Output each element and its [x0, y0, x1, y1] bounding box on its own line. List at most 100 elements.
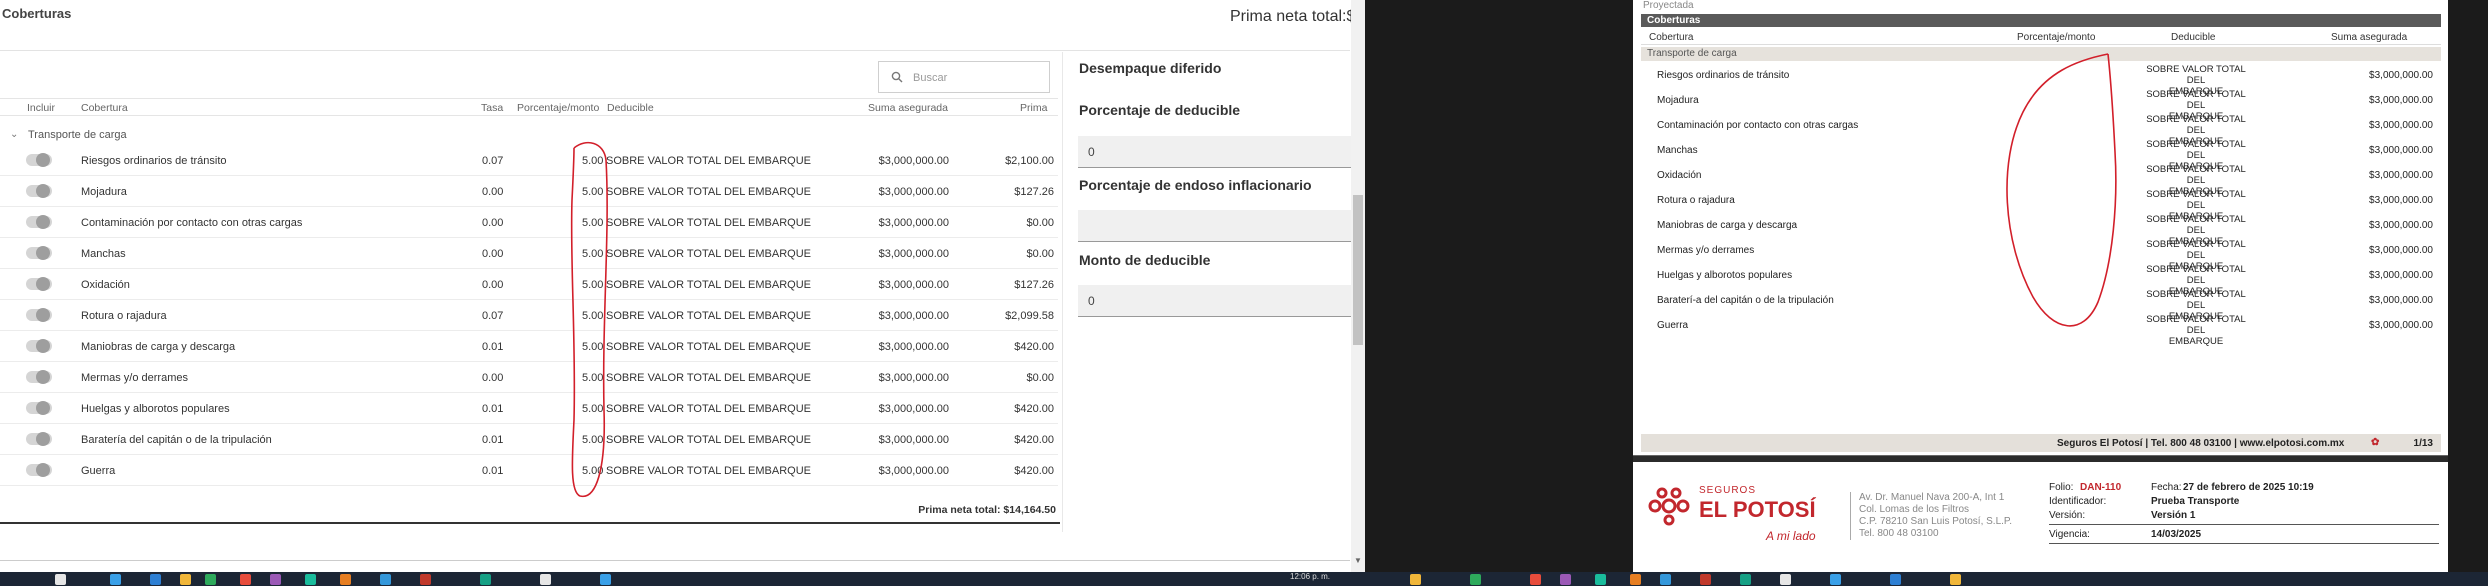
coverage-deducible: SOBRE VALOR TOTAL DEL EMBARQUE	[606, 465, 811, 477]
include-toggle[interactable]	[26, 184, 52, 198]
table-row[interactable]: Huelgas y alborotos populares 0.01 5.00 SOB…	[0, 393, 1058, 424]
col-prima[interactable]: Prima	[1020, 102, 1047, 114]
pdf-page-header: SEGUROS EL POTOSÍ A mi lado Av. Dr. Manu…	[1633, 462, 2448, 572]
pdf-coverage-name: Contaminación por contacto con otras car…	[1657, 120, 1859, 131]
logo-tagline: A mi lado	[1766, 529, 1816, 543]
table-footer: Prima neta total: $14,164.50	[0, 494, 1060, 524]
pdf-deducible-line1: SOBRE VALOR TOTAL DEL	[2146, 164, 2246, 186]
coverage-tasa: 0.01	[482, 434, 504, 446]
coverage-pct[interactable]: 5.00	[582, 465, 603, 477]
table-row[interactable]: Rotura o rajadura 0.07 5.00 SOBRE VALOR TOT…	[0, 300, 1058, 331]
include-toggle[interactable]	[26, 277, 52, 291]
include-toggle[interactable]	[26, 339, 52, 353]
coverage-pct[interactable]: 5.00	[582, 372, 603, 384]
taskbar-app-icon[interactable]	[1890, 574, 1901, 585]
taskbar-app-icon[interactable]	[380, 574, 391, 585]
col-deducible[interactable]: Deducible	[607, 102, 654, 114]
taskbar-app-icon[interactable]	[1830, 574, 1841, 585]
taskbar-app-icon[interactable]	[1660, 574, 1671, 585]
include-toggle[interactable]	[26, 308, 52, 322]
taskbar-app-icon[interactable]	[1700, 574, 1711, 585]
col-cobertura[interactable]: Cobertura	[81, 102, 128, 114]
monto-deducible-field[interactable]: 0	[1078, 285, 1351, 317]
table-row[interactable]: Mojadura 0.00 5.00 SOBRE VALOR TOTAL DEL EM…	[0, 176, 1058, 207]
coverage-pct[interactable]: 5.00	[582, 248, 603, 260]
pdf-row: Maniobras de carga y descarga SOBRE VALOR…	[1641, 213, 2441, 247]
pdf-footer: Seguros El Potosí | Tel. 800 48 03100 | …	[1641, 434, 2441, 452]
scrollbar[interactable]: ▼	[1351, 0, 1365, 572]
col-incluir[interactable]: Incluir	[27, 102, 55, 114]
scrollbar-thumb[interactable]	[1353, 195, 1363, 345]
table-row[interactable]: Manchas 0.00 5.00 SOBRE VALOR TOTAL DEL EMB…	[0, 238, 1058, 269]
coverage-pct[interactable]: 5.00	[582, 186, 603, 198]
pdf-coverage-name: Mojadura	[1657, 95, 1699, 106]
taskbar-app-icon[interactable]	[270, 574, 281, 585]
taskbar-app-icon[interactable]	[340, 574, 351, 585]
taskbar-app-icon[interactable]	[540, 574, 551, 585]
scroll-down-icon[interactable]: ▼	[1354, 556, 1362, 565]
include-toggle[interactable]	[26, 463, 52, 477]
chevron-down-icon[interactable]: ⌄	[10, 129, 18, 140]
taskbar-app-icon[interactable]	[1595, 574, 1606, 585]
pdf-row: Huelgas y alborotos populares SOBRE VALOR…	[1641, 263, 2441, 297]
coverage-pct[interactable]: 5.00	[582, 155, 603, 167]
taskbar-app-icon[interactable]	[110, 574, 121, 585]
coverage-pct[interactable]: 5.00	[582, 279, 603, 291]
taskbar-app-icon[interactable]	[1470, 574, 1481, 585]
version-value: Versión 1	[2151, 510, 2196, 521]
endoso-field[interactable]	[1078, 210, 1351, 242]
taskbar-app-icon[interactable]	[1630, 574, 1641, 585]
col-tasa[interactable]: Tasa	[481, 102, 503, 114]
coverage-prima: $127.26	[1014, 186, 1054, 198]
coverage-suma: $3,000,000.00	[878, 155, 949, 167]
coverage-prima: $0.00	[1026, 217, 1054, 229]
coverage-pct[interactable]: 5.00	[582, 217, 603, 229]
taskbar-app-icon[interactable]	[1950, 574, 1961, 585]
coverage-deducible: SOBRE VALOR TOTAL DEL EMBARQUE	[606, 403, 811, 415]
pdf-deducible-line1: SOBRE VALOR TOTAL DEL	[2146, 264, 2246, 286]
taskbar-app-icon[interactable]	[600, 574, 611, 585]
coverage-deducible: SOBRE VALOR TOTAL DEL EMBARQUE	[606, 310, 811, 322]
coverage-pct[interactable]: 5.00	[582, 341, 603, 353]
include-toggle[interactable]	[26, 370, 52, 384]
taskbar-app-icon[interactable]	[1560, 574, 1571, 585]
pct-deducible-field[interactable]: 0	[1078, 136, 1351, 168]
taskbar-app-icon[interactable]	[480, 574, 491, 585]
table-row[interactable]: Baratería del capitán o de la tripulació…	[0, 424, 1058, 455]
taskbar-app-icon[interactable]	[1740, 574, 1751, 585]
coverage-name: Maniobras de carga y descarga	[81, 341, 236, 353]
pct-deducible-label: Porcentaje de deducible	[1079, 102, 1241, 118]
col-pct[interactable]: Porcentaje/monto	[517, 102, 599, 114]
include-toggle[interactable]	[26, 401, 52, 415]
col-suma[interactable]: Suma asegurada	[868, 102, 948, 114]
taskbar-app-icon[interactable]	[240, 574, 251, 585]
pdf-deducible-line1: SOBRE VALOR TOTAL DEL	[2146, 64, 2246, 86]
taskbar-app-icon[interactable]	[1780, 574, 1791, 585]
taskbar-app-icon[interactable]	[420, 574, 431, 585]
table-row[interactable]: Maniobras de carga y descarga 0.01 5.00 SOB…	[0, 331, 1058, 362]
taskbar-app-icon[interactable]	[305, 574, 316, 585]
taskbar-app-icon[interactable]	[205, 574, 216, 585]
table-row[interactable]: Oxidación 0.00 5.00 SOBRE VALOR TOTAL DEL E…	[0, 269, 1058, 300]
taskbar-app-icon[interactable]	[150, 574, 161, 585]
taskbar-app-icon[interactable]	[1530, 574, 1541, 585]
coverage-pct[interactable]: 5.00	[582, 403, 603, 415]
coverage-tasa: 0.00	[482, 372, 504, 384]
coverage-pct[interactable]: 5.00	[582, 310, 603, 322]
table-row[interactable]: Guerra 0.01 5.00 SOBRE VALOR TOTAL DEL EMBA…	[0, 455, 1058, 486]
include-toggle[interactable]	[26, 246, 52, 260]
include-toggle[interactable]	[26, 153, 52, 167]
pdf-suma: $3,000,000.00	[2369, 270, 2433, 281]
include-toggle[interactable]	[26, 432, 52, 446]
table-row[interactable]: Mermas y/o derrames 0.00 5.00 SOBRE VALOR T…	[0, 362, 1058, 393]
group-row[interactable]: ⌄ Transporte de carga	[0, 128, 1058, 145]
include-toggle[interactable]	[26, 215, 52, 229]
coverage-pct[interactable]: 5.00	[582, 434, 603, 446]
table-row[interactable]: Riesgos ordinarios de tránsito 0.07 5.00 SO…	[0, 145, 1058, 176]
taskbar-app-icon[interactable]	[55, 574, 66, 585]
taskbar-app-icon[interactable]	[1410, 574, 1421, 585]
search-input[interactable]: Buscar	[878, 61, 1050, 93]
taskbar-app-icon[interactable]	[180, 574, 191, 585]
pdf-viewer: Proyectada Coberturas Cobertura Porcenta…	[1633, 0, 2448, 572]
table-row[interactable]: Contaminación por contacto con otras car…	[0, 207, 1058, 238]
